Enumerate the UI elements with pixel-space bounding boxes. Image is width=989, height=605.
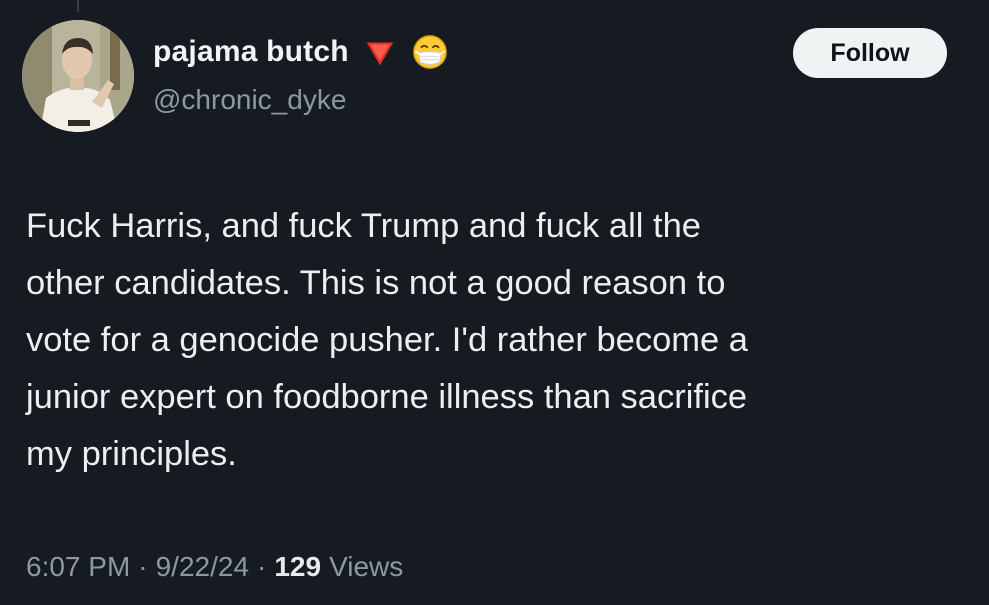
tweet-text: Fuck Harris, and fuck Trump and fuck all… [26, 207, 748, 473]
tweet-time[interactable]: 6:07 PM [26, 551, 130, 583]
meta-separator: · [257, 551, 267, 582]
meta-separator: · [138, 551, 148, 582]
avatar[interactable] [22, 20, 134, 132]
views-count[interactable]: 129 [274, 551, 321, 583]
display-name[interactable]: pajama butch [153, 35, 349, 69]
avatar-photo [22, 20, 134, 132]
user-handle[interactable]: @chronic_dyke [153, 84, 346, 116]
follow-button[interactable]: Follow [793, 28, 947, 78]
thread-connector-line [77, 0, 79, 12]
tweet-date[interactable]: 9/22/24 [156, 551, 249, 583]
user-name-row: pajama butch [153, 30, 449, 74]
face-with-mask-icon [411, 33, 449, 71]
views-label: Views [329, 551, 404, 582]
tweet-meta: 6:07 PM · 9/22/24 · 129 Views [26, 551, 403, 583]
red-triangle-icon [361, 33, 399, 71]
